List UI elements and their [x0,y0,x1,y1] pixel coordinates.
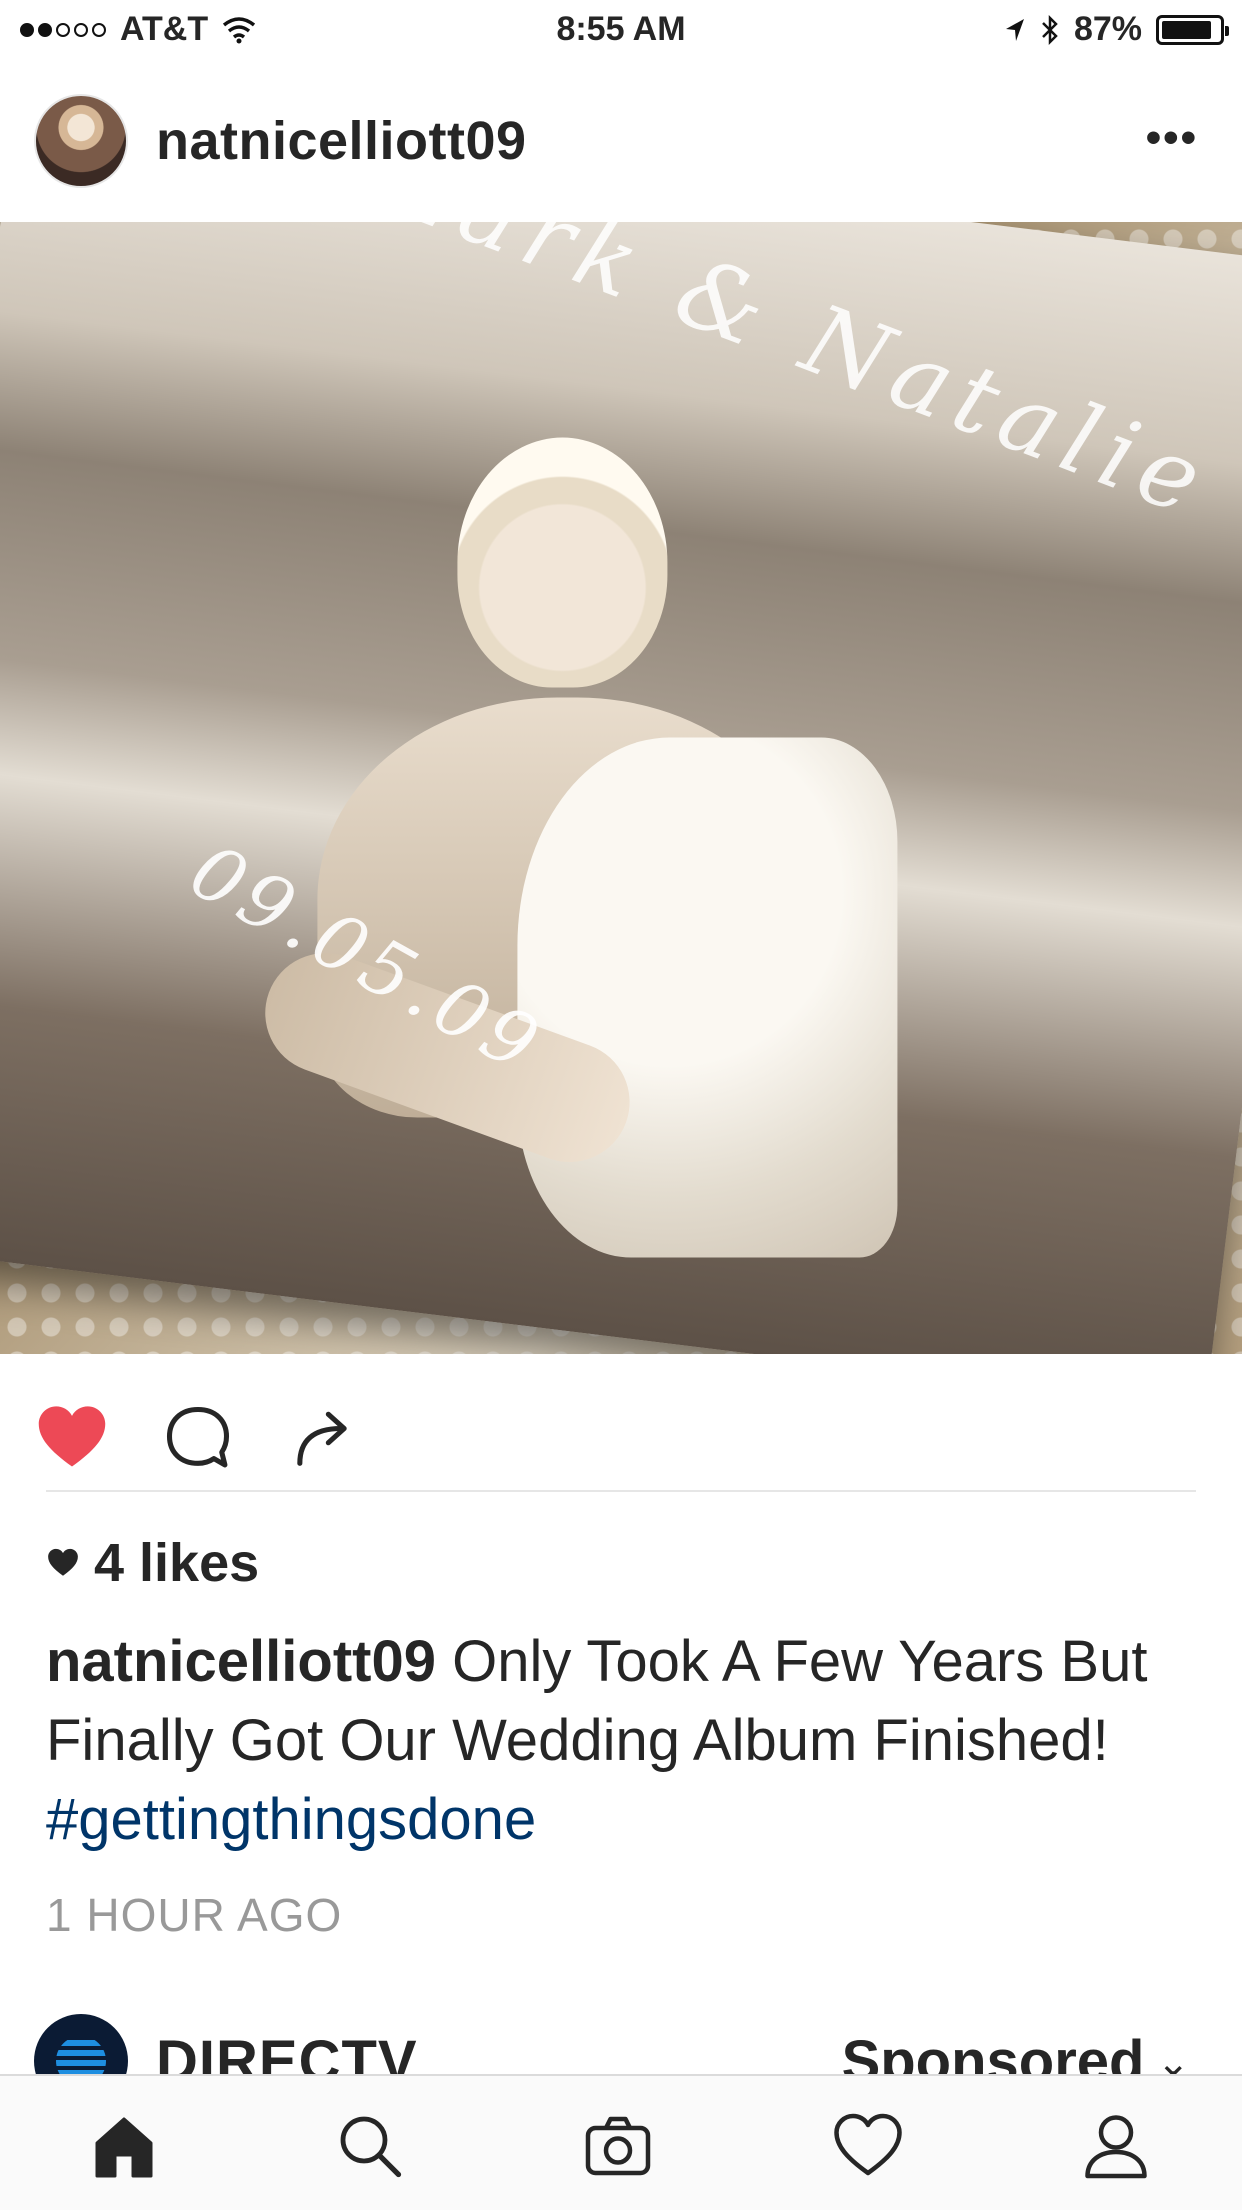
divider [46,1490,1196,1492]
tab-home[interactable] [88,2110,160,2182]
search-icon [340,2116,402,2178]
status-bar: AT&T 8:55 AM 87% [0,0,1242,60]
post-photo[interactable]: Mark & Natalie 09.05.09 [0,222,1242,1354]
avatar[interactable] [34,94,128,188]
likes-count[interactable]: 4 likes [46,1532,259,1594]
caption-username[interactable]: natnicelliott09 [46,1629,436,1694]
profile-icon [1085,2115,1147,2179]
camera-icon [585,2116,651,2176]
hashtag-link[interactable]: #gettingthingsdone [46,1787,536,1852]
post-caption: natnicelliott09 Only Took A Few Years Bu… [46,1622,1206,1859]
tab-camera[interactable] [582,2110,654,2182]
post-timestamp: 1 HOUR AGO [46,1889,343,1941]
post-actions [0,1380,1242,1490]
bride-figure [248,437,898,1278]
wedding-album-cover: Mark & Natalie 09.05.09 [0,222,1242,1354]
status-right: 87% [1004,10,1229,49]
comment-button[interactable] [160,1400,236,1476]
bottom-tab-bar [0,2074,1242,2210]
more-options-icon[interactable]: ••• [1146,116,1198,160]
post-username[interactable]: natnicelliott09 [156,110,527,172]
location-arrow-icon [1005,18,1024,41]
avatar[interactable] [34,2014,128,2074]
share-button[interactable] [284,1400,360,1476]
home-icon [95,2117,153,2178]
battery-icon [1156,14,1229,45]
comment-icon [166,1406,230,1468]
like-button[interactable] [34,1400,110,1476]
chevron-down-icon: ⌄ [1156,2041,1190,2074]
sponsored-text: Sponsored [841,2029,1145,2074]
heart-icon [48,1548,78,1576]
heart-icon [834,2113,902,2176]
tab-search[interactable] [334,2110,406,2182]
post-header: natnicelliott09 ••• [0,70,1242,220]
battery-percent: 87% [1073,10,1142,48]
sponsored-label[interactable]: Sponsored ⌄ [842,2028,1190,2074]
likes-label: 4 likes [94,1533,260,1593]
bluetooth-icon [1042,14,1058,45]
tab-activity[interactable] [832,2110,904,2182]
next-post-username[interactable]: DIRECTV [156,2028,418,2074]
share-icon [297,1411,347,1466]
heart-icon [38,1406,106,1467]
next-post-header: DIRECTV Sponsored ⌄ [0,2008,1242,2074]
tab-profile[interactable] [1080,2110,1152,2182]
